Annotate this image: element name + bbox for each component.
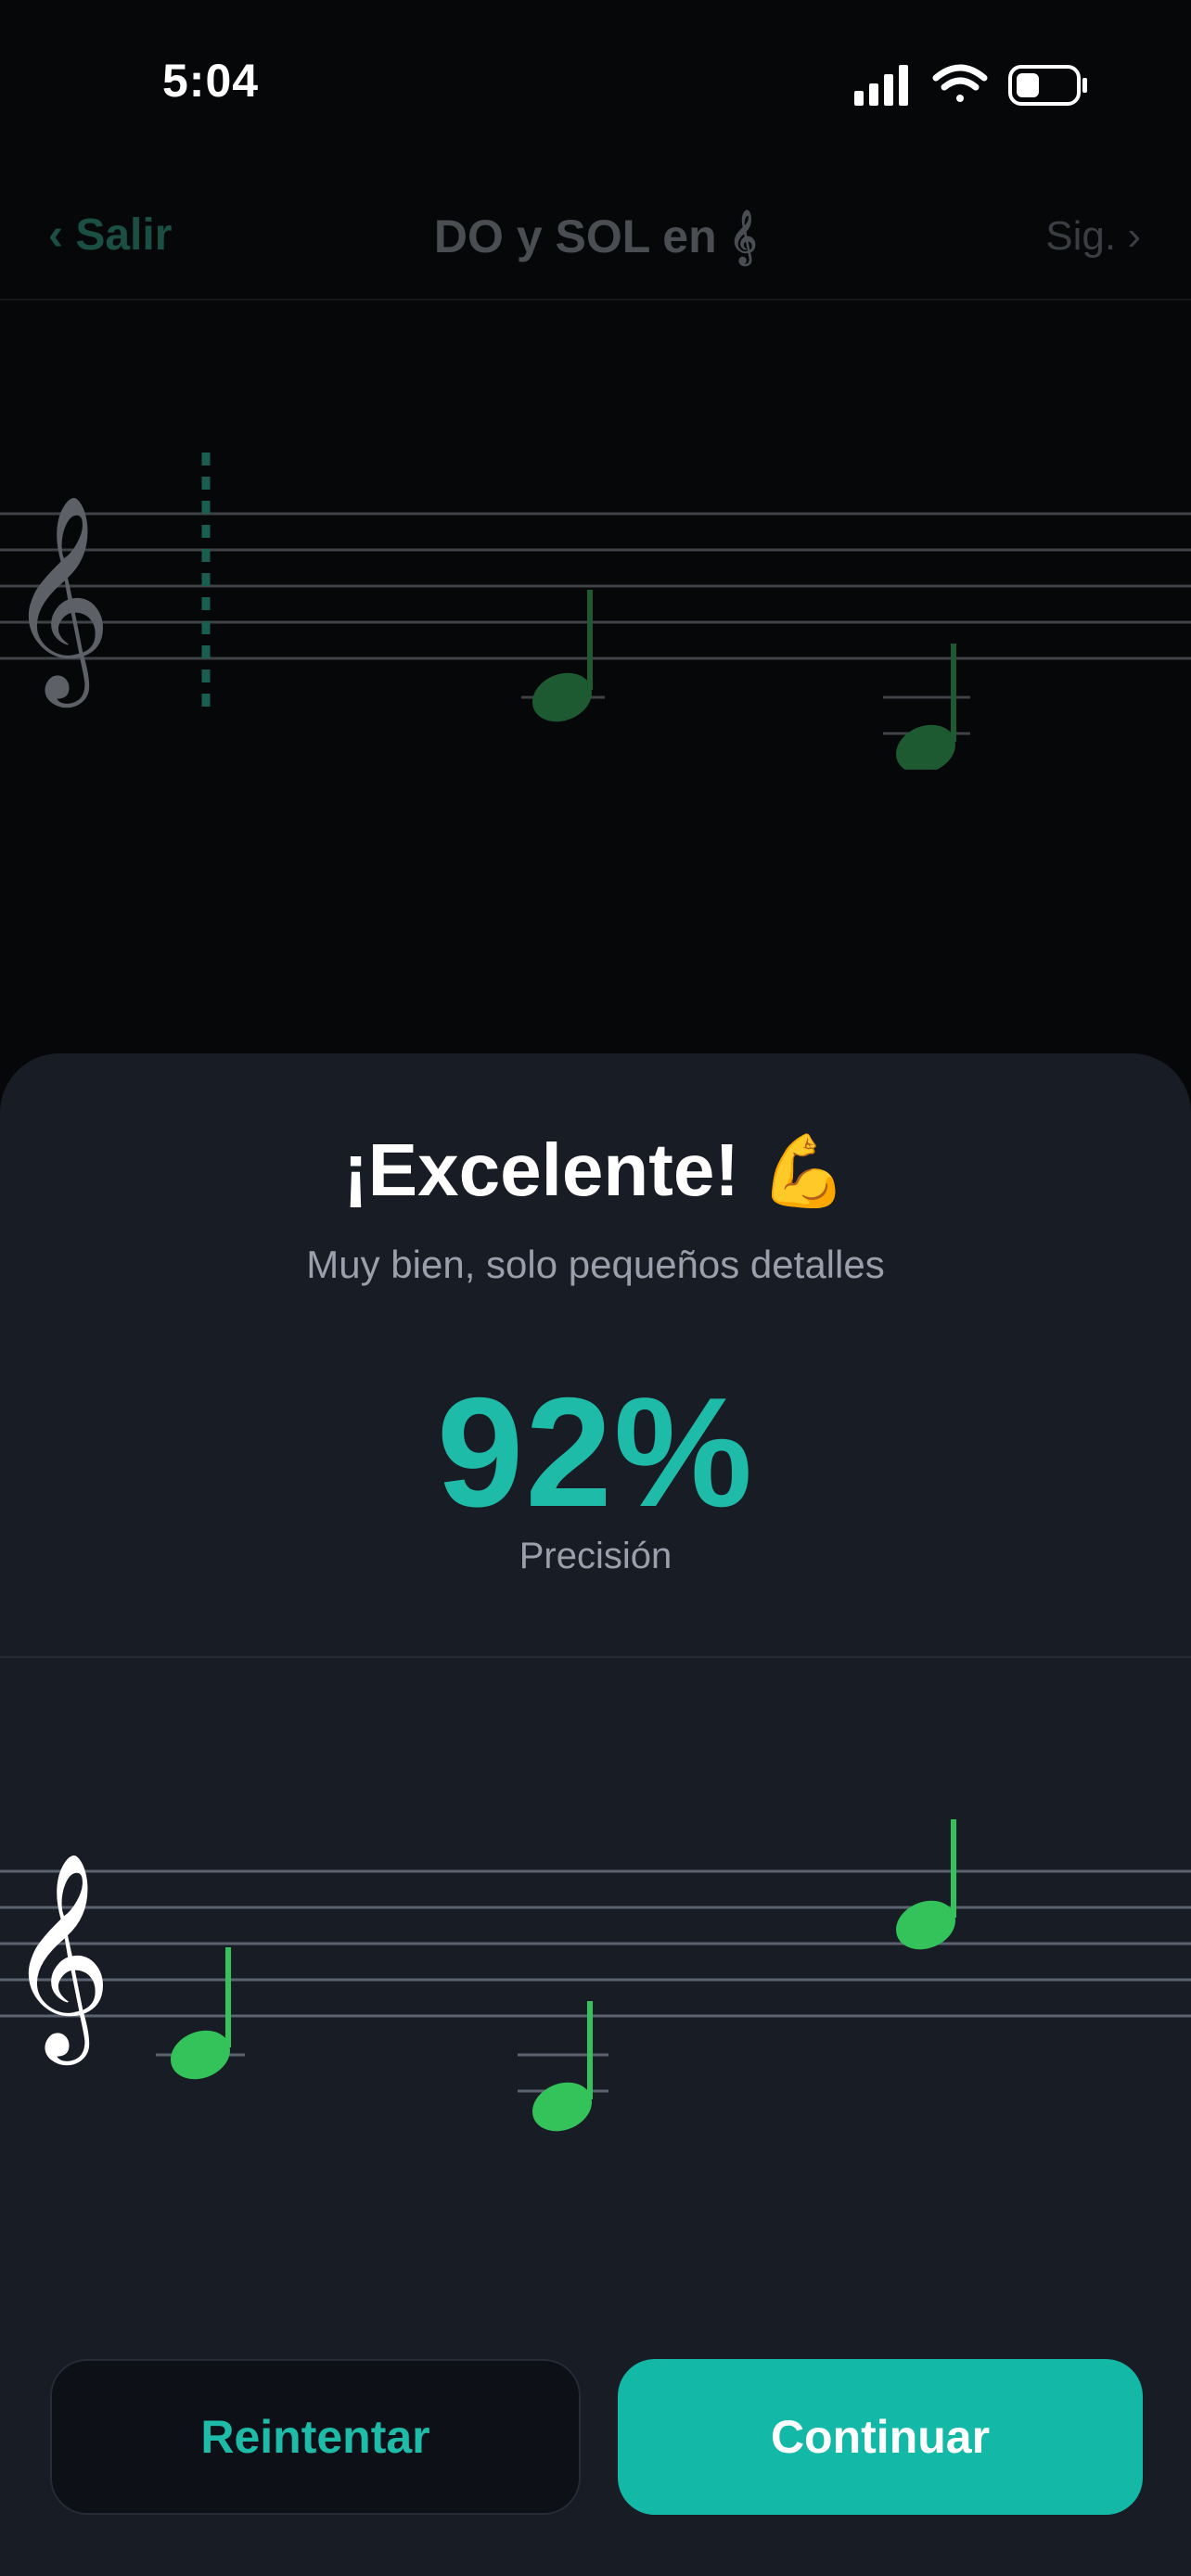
music-note-icon [156, 1947, 245, 2080]
staff-lines [0, 1869, 1191, 2018]
result-title: ¡Excelente! 💪 [0, 1128, 1191, 1213]
music-note-icon [896, 1819, 956, 1950]
wifi-icon [932, 64, 988, 102]
accuracy-label: Precisión [519, 1536, 672, 1576]
exercise-staff: 𝄞 [0, 453, 1191, 770]
treble-clef-icon: 𝄞 [7, 493, 111, 708]
music-note-icon [521, 590, 605, 722]
result-subtitle: Muy bien, solo pequeños detalles [306, 1243, 885, 1286]
staff-lines [0, 512, 1191, 660]
status-time: 5:04 [162, 55, 260, 107]
result-title-text: ¡Excelente! [343, 1129, 739, 1211]
continue-button[interactable]: Continuar [618, 2359, 1143, 2515]
retry-button[interactable]: Reintentar [50, 2359, 581, 2515]
next-button[interactable]: Sig. › [1045, 213, 1141, 260]
status-icons [854, 64, 1087, 106]
flexed-biceps-icon: 💪 [760, 1132, 848, 1211]
sheet-divider [0, 1656, 1191, 1658]
music-note-icon [883, 644, 970, 770]
lesson-title: DO y SOL en 𝄞 [433, 210, 758, 262]
music-note-icon [518, 2001, 608, 2132]
nav-divider [0, 299, 1191, 300]
result-staff: 𝄞 [0, 1819, 1191, 2132]
treble-clef-icon: 𝄞 [7, 1851, 111, 2065]
accuracy-value: 92% [436, 1365, 755, 1539]
cellular-signal-icon [854, 65, 908, 106]
battery-icon [1008, 65, 1087, 106]
